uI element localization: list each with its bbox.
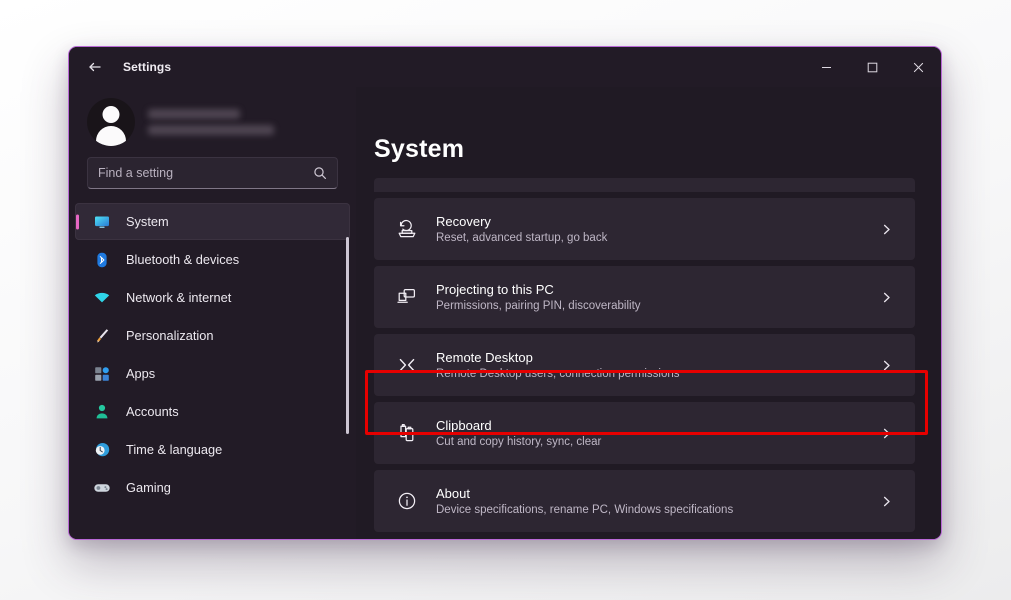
sidebar-item-label: Personalization (126, 328, 214, 343)
sidebar-item-label: Accounts (126, 404, 179, 419)
card-text: About Device specifications, rename PC, … (436, 486, 880, 516)
sidebar-item-apps[interactable]: Apps (75, 355, 350, 392)
back-arrow-icon[interactable] (79, 52, 111, 82)
wifi-icon (91, 289, 113, 307)
recovery-icon (392, 218, 422, 240)
profile-text (148, 109, 274, 135)
user-profile[interactable] (69, 93, 356, 151)
card-title: Remote Desktop (436, 350, 533, 365)
card-remote-desktop[interactable]: Remote Desktop Remote Desktop users, con… (374, 334, 915, 396)
person-icon (91, 403, 113, 421)
sidebar-nav: System Bluetooth & devices Network & int… (69, 203, 356, 506)
card-title: Recovery (436, 214, 491, 229)
card-recovery[interactable]: Recovery Reset, advanced startup, go bac… (374, 198, 915, 260)
info-icon (392, 490, 422, 512)
window-controls (803, 47, 941, 87)
chevron-right-icon[interactable] (880, 359, 899, 372)
bluetooth-icon (91, 251, 113, 269)
card-text: Remote Desktop Remote Desktop users, con… (436, 350, 880, 380)
maximize-button[interactable] (849, 47, 895, 87)
clipboard-icon (392, 422, 422, 444)
profile-name-redacted (148, 109, 240, 119)
search-box[interactable] (87, 157, 338, 189)
profile-email-redacted (148, 125, 274, 135)
page-root: Settings Find a setting System Bluetooth… (0, 0, 1011, 600)
card-subtitle: Device specifications, rename PC, Window… (436, 504, 734, 516)
remote-desktop-icon (392, 354, 422, 376)
avatar (87, 98, 135, 146)
sidebar-item-label: Gaming (126, 480, 171, 495)
page-title: System (374, 135, 465, 163)
sidebar-item-label: Bluetooth & devices (126, 252, 240, 267)
chevron-right-icon[interactable] (880, 427, 899, 440)
sidebar-item-system[interactable]: System (75, 203, 350, 240)
projecting-icon (392, 286, 422, 308)
card-projecting-to-this-pc[interactable]: Projecting to this PC Permissions, pairi… (374, 266, 915, 328)
apps-grid-icon (91, 365, 113, 383)
card-text: Clipboard Cut and copy history, sync, cl… (436, 418, 880, 448)
sidebar-item-accounts[interactable]: Accounts (75, 393, 350, 430)
card-subtitle: Cut and copy history, sync, clear (436, 436, 602, 448)
clock-icon (91, 441, 113, 459)
search-icon (313, 166, 327, 180)
card-subtitle: Permissions, pairing PIN, discoverabilit… (436, 300, 641, 312)
chevron-right-icon[interactable] (880, 291, 899, 304)
minimize-button[interactable] (803, 47, 849, 87)
card-title: Clipboard (436, 418, 492, 433)
sidebar-item-bluetooth-devices[interactable]: Bluetooth & devices (75, 241, 350, 278)
chevron-right-icon[interactable] (880, 495, 899, 508)
card-subtitle: Reset, advanced startup, go back (436, 232, 608, 244)
card-partial-above[interactable] (374, 178, 915, 192)
card-text: Projecting to this PC Permissions, pairi… (436, 282, 880, 312)
sidebar-item-label: Network & internet (126, 290, 232, 305)
card-text: Recovery Reset, advanced startup, go bac… (436, 214, 880, 244)
sidebar-item-label: Apps (126, 366, 156, 381)
sidebar-item-time-language[interactable]: Time & language (75, 431, 350, 468)
window-body: System Bluetooth & devices (69, 87, 941, 539)
settings-window: Settings Find a setting System Bluetooth… (68, 46, 942, 540)
sidebar-item-label: Time & language (126, 442, 223, 457)
card-clipboard[interactable]: Clipboard Cut and copy history, sync, cl… (374, 402, 915, 464)
main-content: System Recovery Reset, advanced startup,… (356, 87, 941, 539)
sidebar-item-label: System (126, 214, 169, 229)
sidebar: System Bluetooth & devices (69, 87, 356, 539)
card-title: Projecting to this PC (436, 282, 554, 297)
title-bar: Settings (69, 47, 941, 87)
monitor-icon (91, 213, 113, 231)
search-input[interactable] (98, 166, 313, 180)
sidebar-scrollbar[interactable] (346, 237, 349, 434)
window-title: Settings (123, 60, 172, 74)
card-subtitle: Remote Desktop users, connection permiss… (436, 368, 680, 380)
gamepad-icon (91, 479, 113, 497)
sidebar-item-gaming[interactable]: Gaming (75, 469, 350, 506)
paintbrush-icon (91, 327, 113, 345)
close-button[interactable] (895, 47, 941, 87)
sidebar-item-personalization[interactable]: Personalization (75, 317, 350, 354)
card-title: About (436, 486, 470, 501)
card-about[interactable]: About Device specifications, rename PC, … (374, 470, 915, 532)
chevron-right-icon[interactable] (880, 223, 899, 236)
sidebar-item-network-internet[interactable]: Network & internet (75, 279, 350, 316)
